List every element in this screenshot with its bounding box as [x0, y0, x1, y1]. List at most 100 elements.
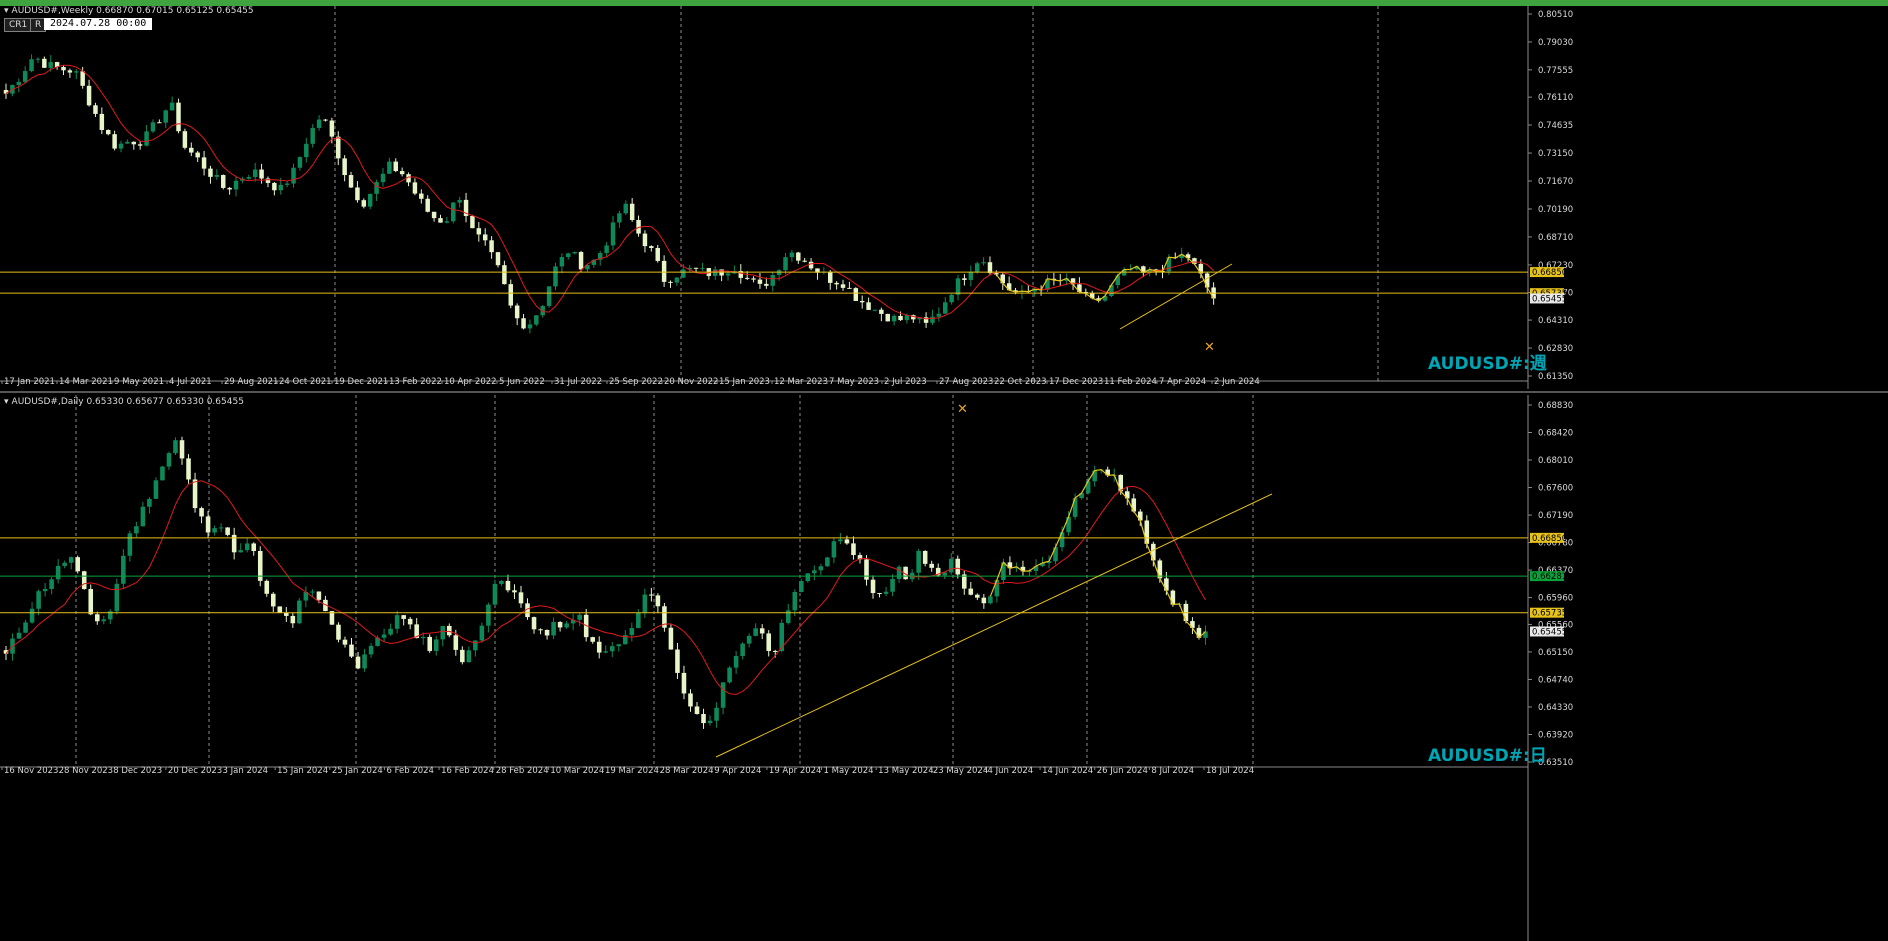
candle-body [42, 588, 48, 592]
price-tick-label: 0.70190 [1538, 205, 1573, 215]
time-tick-label: 25 Jan 2024 [332, 766, 383, 776]
candle-body [225, 527, 230, 535]
candle-body [776, 270, 782, 276]
candle-body [451, 202, 456, 222]
candle-body [272, 182, 277, 191]
candle-body [88, 589, 94, 615]
time-tick-label: 23 May 2024 [933, 766, 988, 776]
candle-body [221, 175, 226, 188]
candle-body [393, 161, 398, 172]
time-tick-label: 9 Apr 2024 [714, 766, 761, 776]
candle-body [147, 498, 152, 507]
collapse-triangle-icon[interactable]: ▾ [4, 6, 9, 16]
candle-body [86, 85, 92, 106]
candle-body [374, 182, 379, 194]
time-tick-label: 11 Feb 2024 [1104, 377, 1157, 387]
candle-body [544, 629, 550, 636]
time-tick-label: 18 Jul 2024 [1206, 766, 1254, 776]
moving-average-line [5, 480, 1206, 695]
price-tick-label: 0.68010 [1538, 456, 1573, 466]
candle-body [118, 143, 124, 149]
time-tick-label: 14 Mar 2021 [59, 377, 113, 387]
price-tick-label: 0.64330 [1538, 703, 1573, 713]
candle-body [291, 167, 296, 184]
time-tick-label: 20 Dec 2023 [168, 766, 222, 776]
candle-body [770, 275, 775, 286]
candle-body [949, 294, 954, 303]
candle-body [551, 622, 556, 636]
candle-body [916, 550, 921, 573]
price-tick-label: 0.65150 [1538, 648, 1573, 658]
candle-body [512, 590, 517, 593]
candle-body [534, 315, 539, 325]
price-tick-label: 0.64310 [1538, 316, 1573, 326]
candle-body [233, 180, 239, 190]
candle-body [367, 193, 373, 207]
weekly-header-text: AUDUSD#,Weekly 0.66870 0.67015 0.65125 0… [11, 6, 254, 16]
candle-body [482, 234, 488, 241]
candle-body [381, 634, 387, 638]
candle-body [290, 615, 296, 624]
price-tick-label: 0.79030 [1538, 38, 1573, 48]
weekly-chart-svg[interactable]: 0.80510 0.79030 0.77555 0.76110 0.74635 0.731… [0, 6, 1888, 389]
candle-body [538, 629, 543, 631]
candle-body [227, 187, 232, 190]
candle-body [564, 623, 569, 628]
candle-body [199, 508, 204, 517]
candle-body [898, 315, 903, 321]
candle-body [840, 284, 846, 288]
time-tick-label: 19 Dec 2021 [334, 377, 388, 387]
price-tick-label: 0.65960 [1538, 594, 1573, 604]
daily-chart-svg[interactable]: 0.688300.684200.680100.676000.671900.667… [0, 395, 1888, 941]
candle-body [470, 215, 475, 229]
cr-button[interactable]: CR1 [4, 18, 33, 32]
candle-body [772, 650, 778, 652]
candle-body [284, 183, 290, 185]
candle-body [930, 316, 935, 323]
candle-body [163, 110, 168, 123]
candle-body [629, 628, 635, 636]
candle-body [99, 113, 105, 130]
time-tick-label: 24 Oct 2021 [279, 377, 332, 387]
candle-body [885, 313, 890, 322]
drawing-object-icon: ✕ [957, 402, 968, 417]
candle-body [355, 656, 361, 669]
candle-body [447, 625, 452, 636]
weekly-chart-panel[interactable]: 0.80510 0.79030 0.77555 0.76110 0.74635 0.731… [0, 6, 1888, 389]
candle-body [521, 318, 526, 329]
candle-body [93, 105, 98, 114]
candle-body [173, 440, 178, 454]
candle-body [838, 539, 843, 542]
candle-body [681, 672, 687, 694]
weekly-symbol-watermark: AUDUSD#:週 [1428, 354, 1547, 374]
candle-body [380, 173, 386, 183]
candle-body [29, 608, 35, 623]
candle-body [566, 253, 571, 258]
candle-body [179, 440, 185, 459]
candle-body [974, 263, 980, 273]
time-tick-label: 13 Feb 2022 [389, 377, 442, 387]
candle-body [668, 281, 673, 283]
candle-body [208, 168, 213, 177]
candle-body [252, 169, 258, 178]
time-tick-label: 17 Jan 2021 [4, 377, 55, 387]
candle-body [36, 591, 41, 609]
time-tick-label: 26 Jun 2024 [1097, 766, 1148, 776]
candle-body [35, 58, 41, 60]
candle-body [55, 565, 61, 580]
candle-body [616, 644, 622, 647]
daily-chart-panel[interactable]: 0.68830 0.68420 0.68010 0.67600 0.67190 0.667… [0, 395, 1888, 941]
candle-body [407, 618, 413, 625]
collapse-triangle-icon[interactable]: ▾ [4, 397, 9, 407]
candle-body [259, 169, 264, 179]
candle-body [922, 550, 928, 564]
candle-body [316, 119, 322, 128]
candle-body [140, 506, 146, 527]
candle-body [675, 649, 680, 673]
candle-body [987, 262, 993, 274]
candle-body [746, 635, 752, 644]
candle-body [23, 622, 28, 633]
candle-body [134, 526, 139, 534]
time-tick-label: 4 Jun 2024 [987, 766, 1033, 776]
candle-body [112, 134, 117, 149]
